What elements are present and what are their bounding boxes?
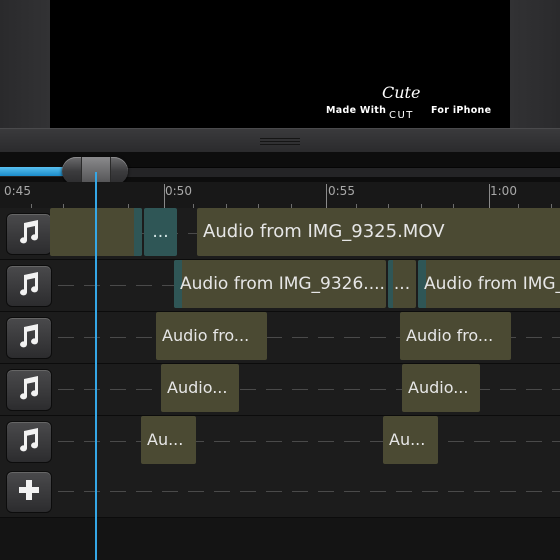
audio-clip[interactable]: ... xyxy=(144,208,177,256)
watermark-cute: Cute xyxy=(382,83,421,102)
track-5-audio-button[interactable] xyxy=(6,421,52,463)
add-track-button[interactable] xyxy=(6,471,52,513)
audio-clip[interactable]: Audio from IMG_ xyxy=(418,260,560,308)
audio-clip[interactable]: Audio from IMG_9325.MOV xyxy=(197,208,560,256)
watermark-for-iphone: For iPhone xyxy=(431,105,492,116)
preview-frame-right xyxy=(510,0,560,128)
audio-track-4: Audio... Audio... xyxy=(0,364,560,416)
track-4-audio-button[interactable] xyxy=(6,369,52,411)
ruler-time-label: 1:00 xyxy=(490,184,517,198)
audio-clip[interactable]: Audio fro... xyxy=(400,312,511,360)
video-preview-screen[interactable]: Made With Cute CUT For iPhone xyxy=(50,0,510,130)
ruler-major-tick xyxy=(326,184,327,208)
audio-track-5: Au... Au... xyxy=(0,416,560,468)
preview-frame-left xyxy=(0,0,50,128)
audio-track-2: Audio from IMG_9326.... ... Audio from I… xyxy=(0,260,560,312)
track-3-audio-button[interactable] xyxy=(6,317,52,359)
music-note-icon xyxy=(18,272,40,300)
speaker-grille xyxy=(260,138,300,148)
timeline-ruler[interactable]: 0:45 0:50 0:55 1:00 xyxy=(0,182,560,208)
track-guide-line xyxy=(58,389,560,390)
music-note-icon xyxy=(18,428,40,456)
plus-icon xyxy=(18,479,40,505)
audio-track-1: ... Audio from IMG_9325.MOV xyxy=(0,208,560,260)
watermark-made-with: Made With xyxy=(326,105,387,116)
audio-clip[interactable]: Audio... xyxy=(402,364,480,412)
audio-clip[interactable]: Audio from IMG_9326.... xyxy=(174,260,386,308)
watermark-cut: CUT xyxy=(389,110,414,121)
timeline-bottom-area xyxy=(0,518,560,560)
audio-clip[interactable]: ... xyxy=(388,260,416,308)
audio-clip[interactable]: Audio... xyxy=(161,364,239,412)
music-note-icon xyxy=(18,324,40,352)
audio-clip[interactable]: Au... xyxy=(383,416,438,464)
track-guide-line xyxy=(58,491,560,492)
track-2-audio-button[interactable] xyxy=(6,265,52,307)
audio-clip[interactable]: Audio fro... xyxy=(156,312,267,360)
audio-clip[interactable]: Au... xyxy=(141,416,196,464)
audio-track-3: Audio fro... Audio fro... xyxy=(0,312,560,364)
cute-cut-watermark: Made With Cute CUT For iPhone xyxy=(324,83,494,121)
ruler-time-label: 0:45 xyxy=(4,184,31,198)
music-note-icon xyxy=(18,220,40,248)
ruler-time-label: 0:50 xyxy=(165,184,192,198)
add-track-row xyxy=(0,466,560,518)
playhead-line[interactable] xyxy=(95,172,97,560)
music-note-icon xyxy=(18,376,40,404)
track-guide-line xyxy=(58,441,560,442)
track-1-audio-button[interactable] xyxy=(6,213,52,255)
video-preview-area: Made With Cute CUT For iPhone xyxy=(0,0,560,153)
ruler-time-label: 0:55 xyxy=(328,184,355,198)
